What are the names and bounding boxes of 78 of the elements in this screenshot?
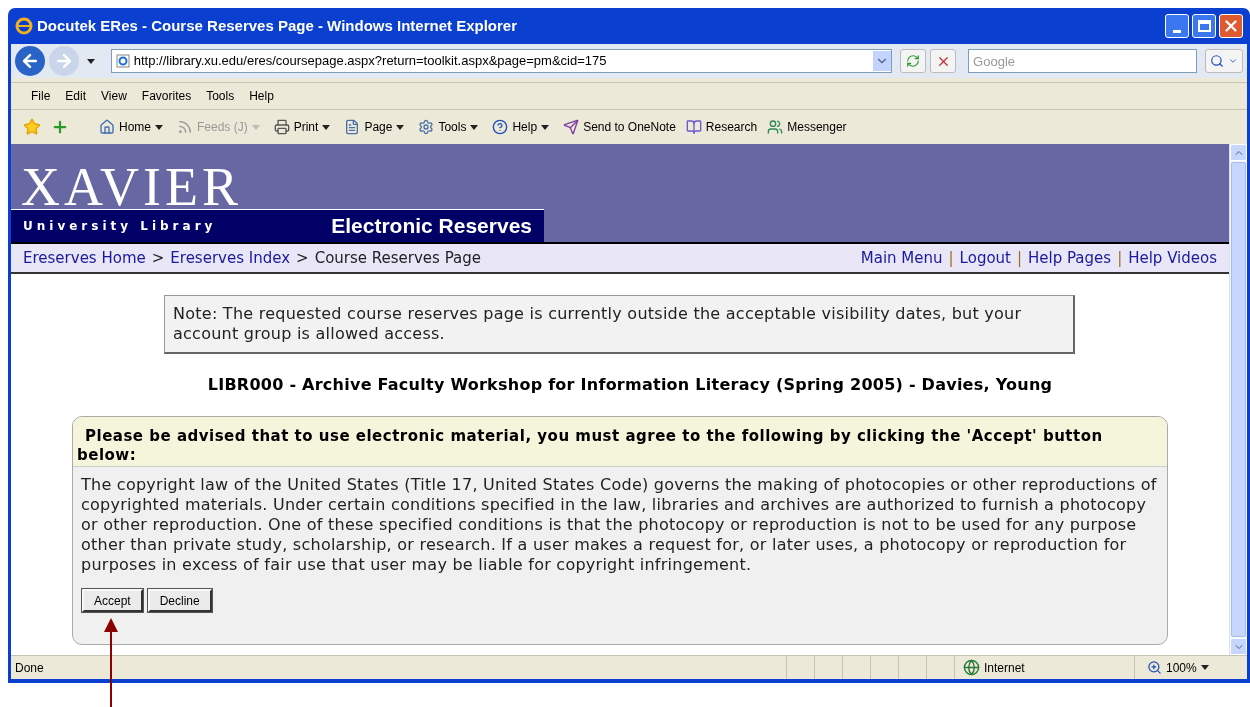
close-button[interactable] <box>1219 14 1243 38</box>
notice-heading: Please be advised that to use electronic material, you must agree to the following by clicking the 'Accept' button below: <box>73 417 1167 467</box>
form-button[interactable]: Decline <box>147 589 212 612</box>
menu-item[interactable]: Tools <box>206 87 235 105</box>
breadcrumb-current: Course Reserves Page <box>314 247 481 269</box>
caret-icon[interactable] <box>470 124 479 130</box>
page-icon <box>344 119 361 135</box>
back-button[interactable] <box>15 46 45 76</box>
address-field[interactable]: http://library.xu.edu/eres/coursepage.aspx?return=toolkit.aspx&page=pm&cid=175 <box>110 49 893 73</box>
browser-logo-icon <box>15 17 33 35</box>
book-icon <box>685 119 702 135</box>
nav-link[interactable]: Help Pages <box>1028 246 1112 270</box>
toolbar-button[interactable]: Research <box>685 118 758 136</box>
course-title: LIBR000 - Archive Faculty Workshop for Information Literacy (Spring 2005) - Davies, Young <box>206 374 1054 396</box>
printer-icon <box>273 119 290 135</box>
search-button[interactable] <box>1205 49 1243 73</box>
banner-title: Electronic Reserves <box>331 213 532 240</box>
menu-item[interactable]: Edit <box>65 87 87 105</box>
stop-button[interactable] <box>930 49 957 73</box>
caret-icon[interactable] <box>541 124 550 130</box>
scroll-thumb[interactable] <box>1231 162 1246 637</box>
refresh-icon <box>906 54 921 68</box>
caret-icon[interactable] <box>86 58 95 64</box>
breadcrumb-separator: > <box>151 247 165 269</box>
send-icon <box>563 119 580 135</box>
header-subtitle: University Library <box>23 218 217 235</box>
nav-link[interactable]: Help Videos <box>1128 246 1217 270</box>
zone-text: Internet <box>984 659 1025 677</box>
toolbar-button[interactable]: Page <box>344 118 393 136</box>
copyright-text: The copyright law of the United States (Title 17, United States Code) governs the making of photocopies or other reproductions of copyrighted materials. Under certain conditions specified in the law, libraries and archives are authorized to furnish a photocopy or other reproduction. One of these specified conditions is that the photocopy or reproduction is not to be used for any purpose other than private study, scholarship, or research. If a user makes a request for, or later uses, a photocopy or reproduction for purposes in excess of fair use that user may be liable for copyright infringement. <box>80 474 1158 575</box>
scrollbar[interactable] <box>1229 144 1247 655</box>
add-favorite-icon[interactable] <box>51 118 69 136</box>
status-text: Done <box>14 659 45 677</box>
search-field[interactable]: Google <box>968 49 1198 73</box>
menu-item[interactable]: File <box>31 87 51 105</box>
link-separator: | <box>1016 247 1023 269</box>
minimize-button[interactable] <box>1165 14 1189 38</box>
toolbar-button[interactable]: Print <box>273 118 319 136</box>
refresh-button[interactable] <box>900 49 927 73</box>
link-separator: | <box>948 247 954 269</box>
dropdown-icon[interactable] <box>873 51 892 71</box>
menu-item[interactable]: View <box>101 87 127 105</box>
caret-icon[interactable] <box>155 124 163 130</box>
breadcrumb-separator: > <box>296 247 309 269</box>
globe-icon <box>963 659 980 676</box>
search-icon <box>1210 54 1225 68</box>
menu-item[interactable]: Help <box>249 87 274 105</box>
menu-item[interactable]: Favorites <box>141 87 192 105</box>
window-title: Docutek ERes - Course Reserves Page - Windows Internet Explorer <box>37 15 517 36</box>
feed-icon <box>177 119 193 135</box>
zoom-icon <box>1147 660 1162 675</box>
form-button[interactable]: Accept <box>82 589 143 612</box>
caret-icon <box>1228 56 1239 66</box>
toolbar-button[interactable]: Help <box>492 118 538 136</box>
people-icon <box>767 119 784 135</box>
toolbar-button[interactable]: Tools <box>418 118 467 136</box>
nav-link[interactable]: Logout <box>959 246 1011 270</box>
toolbar-button[interactable]: Send to OneNote <box>563 118 676 136</box>
note-text: Note: The requested course reserves page is currently outside the acceptable visibility dates, but your account group is allowed access. <box>173 304 1023 344</box>
breadcrumb-link[interactable]: Ereserves Home <box>23 246 146 270</box>
settings-icon <box>418 119 435 135</box>
caret-icon[interactable] <box>1200 665 1209 670</box>
caret-icon[interactable] <box>322 124 331 130</box>
toolbar-button[interactable]: Home <box>99 118 151 136</box>
help-icon <box>492 119 509 135</box>
link-separator: | <box>1117 247 1123 269</box>
caret-icon[interactable] <box>396 124 405 130</box>
breadcrumb-link[interactable]: Ereserves Index <box>170 246 291 270</box>
scroll-up-icon[interactable] <box>1230 144 1247 161</box>
home-icon <box>99 119 115 135</box>
zoom-button[interactable]: 100% <box>1134 656 1197 679</box>
page-icon <box>115 54 130 68</box>
scroll-down-icon[interactable] <box>1230 638 1247 655</box>
close-icon <box>1222 17 1240 35</box>
site-logo: XAVIER <box>21 161 243 213</box>
nav-link[interactable]: Main Menu <box>860 246 943 270</box>
toolbar-button[interactable]: Messenger <box>767 118 847 136</box>
maximize-button[interactable] <box>1192 14 1216 38</box>
